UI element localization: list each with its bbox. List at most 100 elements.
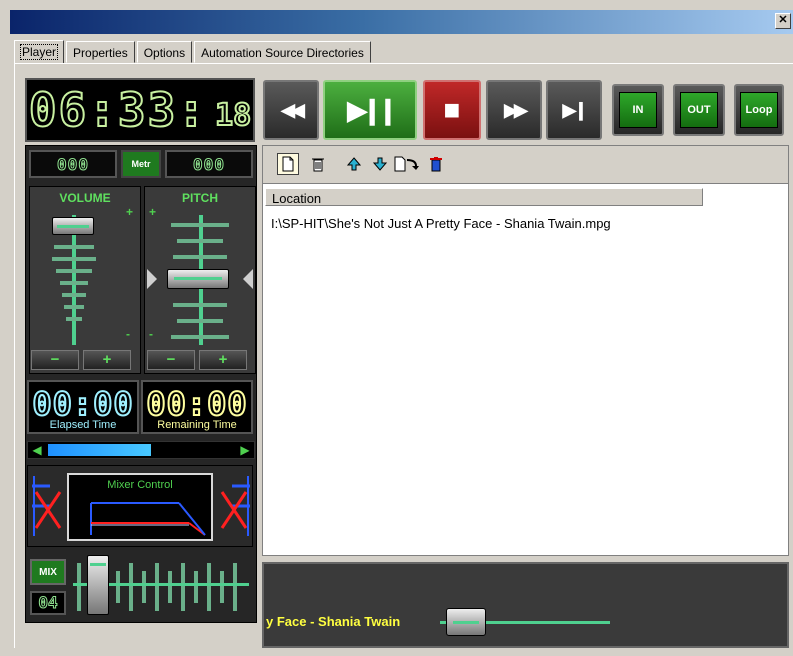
tab-strip: Player Properties Options Automation Sou… bbox=[14, 39, 373, 64]
pitch-tick bbox=[177, 239, 223, 243]
in-label: IN bbox=[619, 92, 657, 128]
seek-left-arrow-icon[interactable]: ◀ bbox=[29, 443, 45, 457]
volume-plus-button[interactable]: + bbox=[83, 350, 131, 370]
next-track-icon: ▶❙ bbox=[562, 99, 589, 120]
insert-file-button[interactable] bbox=[391, 153, 421, 175]
remaining-time-label: Remaining Time bbox=[157, 419, 237, 431]
pitch-tick bbox=[171, 335, 229, 339]
stop-button[interactable]: ■ bbox=[423, 80, 481, 140]
pitch-minus-button[interactable]: − bbox=[147, 350, 195, 370]
volume-minus-button[interactable]: − bbox=[31, 350, 79, 370]
mix-button[interactable]: MIX bbox=[30, 559, 66, 585]
pitch-slider-knob[interactable] bbox=[167, 269, 229, 289]
out-button[interactable]: OUT bbox=[673, 84, 725, 136]
seek-progress-fill bbox=[48, 444, 151, 456]
next-track-button[interactable]: ▶❙ bbox=[546, 80, 602, 140]
mixer-control-screen: Mixer Control bbox=[67, 473, 213, 541]
arrow-down-icon bbox=[373, 157, 387, 171]
loop-button[interactable]: Loop bbox=[734, 84, 784, 136]
tab-options[interactable]: Options bbox=[136, 41, 193, 63]
elapsed-time-value: 00:00 bbox=[31, 384, 134, 424]
crossfader-tick bbox=[233, 563, 237, 611]
app-window: ✕ Player Properties Options Automation S… bbox=[0, 0, 793, 656]
crossfader-tick bbox=[77, 563, 81, 611]
volume-slider-knob[interactable] bbox=[52, 217, 94, 235]
move-down-button[interactable] bbox=[369, 153, 391, 175]
mixer-right-curve-icon bbox=[220, 476, 250, 536]
now-playing-panel: y Face - Shania Twain bbox=[262, 562, 789, 648]
seek-bar[interactable]: ◀ ▶ bbox=[27, 441, 255, 459]
new-playlist-button[interactable] bbox=[277, 153, 299, 175]
in-button[interactable]: IN bbox=[612, 84, 664, 136]
elapsed-time-display: 00:00 Elapsed Time bbox=[27, 380, 139, 434]
rewind-icon: ◀◀ bbox=[281, 99, 305, 120]
loop-label: Loop bbox=[740, 92, 778, 128]
out-label: OUT bbox=[680, 92, 718, 128]
clock-main: 06:33: bbox=[28, 82, 208, 138]
volume-tick bbox=[52, 257, 96, 261]
pitch-center-left-marker bbox=[147, 269, 157, 289]
crossfader-knob[interactable] bbox=[87, 555, 109, 615]
playlist-toolbar bbox=[263, 146, 788, 184]
pitch-scale-plus: + bbox=[149, 205, 157, 219]
volume-level-display: 000 bbox=[29, 150, 117, 178]
play-pause-icon: ▶❙❙ bbox=[347, 94, 399, 125]
tab-player[interactable]: Player bbox=[14, 40, 65, 64]
play-pause-button[interactable]: ▶❙❙ bbox=[323, 80, 417, 140]
volume-tick bbox=[64, 305, 84, 309]
metronome-button[interactable]: Metr bbox=[121, 150, 161, 178]
volume-tick bbox=[60, 281, 88, 285]
location-column-header[interactable]: Location bbox=[265, 188, 703, 206]
close-button[interactable]: ✕ bbox=[775, 13, 791, 29]
pitch-tick bbox=[173, 255, 227, 259]
pitch-tick bbox=[177, 319, 223, 323]
volume-tick bbox=[66, 317, 82, 321]
mixer-curve-icon bbox=[90, 502, 206, 536]
now-playing-scroll-text: y Face - Shania Twain bbox=[266, 614, 401, 629]
title-bar: ✕ bbox=[10, 10, 793, 34]
crossfader-tick bbox=[181, 563, 185, 611]
tab-automation-source-directories[interactable]: Automation Source Directories bbox=[194, 41, 371, 63]
volume-scale-plus: + bbox=[126, 205, 134, 219]
pitch-tick bbox=[171, 223, 229, 227]
seek-right-arrow-icon[interactable]: ▶ bbox=[237, 443, 253, 457]
volume-scale-minus: - bbox=[126, 327, 130, 341]
fast-forward-icon: ▶▶ bbox=[504, 99, 528, 120]
elapsed-time-label: Elapsed Time bbox=[49, 419, 117, 431]
mixer-left-curve-icon bbox=[32, 476, 62, 536]
crossfader-tick bbox=[129, 563, 133, 611]
rewind-button[interactable]: ◀◀ bbox=[263, 80, 319, 140]
main-clock-display: 06:33: 18 bbox=[25, 78, 255, 142]
volume-tick bbox=[54, 245, 94, 249]
fast-forward-button[interactable]: ▶▶ bbox=[486, 80, 542, 140]
mixer-panel: Mixer Control bbox=[27, 465, 253, 547]
pitch-scale-minus: - bbox=[149, 327, 153, 341]
new-document-icon bbox=[282, 156, 294, 172]
volume-label: VOLUME bbox=[59, 191, 111, 205]
pitch-center-right-marker bbox=[243, 269, 253, 289]
insert-document-icon bbox=[394, 156, 419, 172]
now-playing-slider-knob[interactable] bbox=[446, 608, 486, 636]
crossfader-tick bbox=[142, 571, 146, 603]
clear-playlist-button[interactable] bbox=[425, 153, 447, 175]
playlist-row[interactable]: I:\SP-HIT\She's Not Just A Pretty Face -… bbox=[271, 216, 611, 231]
pitch-plus-button[interactable]: + bbox=[199, 350, 247, 370]
crossfader-tick bbox=[194, 571, 198, 603]
tab-label: Options bbox=[143, 46, 186, 60]
tab-label: Player bbox=[19, 44, 59, 60]
delete-button[interactable] bbox=[307, 153, 329, 175]
volume-slider-panel: VOLUME + - bbox=[29, 186, 141, 374]
trash-icon bbox=[312, 158, 324, 172]
crossfader-tick bbox=[220, 571, 224, 603]
crossfader-tick bbox=[168, 571, 172, 603]
arrow-up-icon bbox=[347, 157, 361, 171]
crossfader-tick bbox=[116, 571, 120, 603]
remaining-time-value: 00:00 bbox=[145, 384, 248, 424]
crossfader-tick bbox=[155, 563, 159, 611]
crossfader-tick bbox=[207, 563, 211, 611]
move-up-button[interactable] bbox=[343, 153, 365, 175]
tab-label: Automation Source Directories bbox=[201, 46, 364, 60]
stop-icon: ■ bbox=[443, 94, 461, 125]
volume-tick bbox=[62, 293, 86, 297]
tab-properties[interactable]: Properties bbox=[66, 41, 135, 63]
